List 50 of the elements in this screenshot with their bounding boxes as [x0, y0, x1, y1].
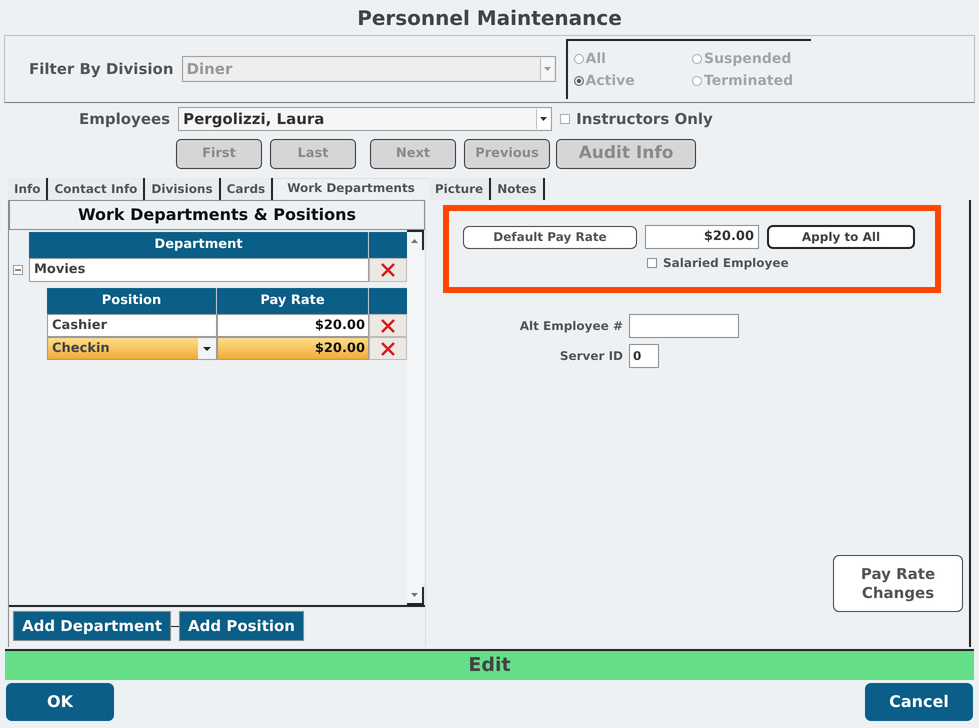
- table-cell: $20.00: [217, 314, 369, 337]
- column-header: Department: [29, 232, 369, 258]
- instructors-only-checkbox[interactable]: Instructors Only: [560, 108, 713, 130]
- text-field[interactable]: [629, 314, 739, 338]
- field-label: Employees: [79, 108, 170, 130]
- pay-rate-field[interactable]: $20.00: [645, 225, 759, 249]
- add-button[interactable]: Add Department: [13, 611, 172, 641]
- column-header: Position: [47, 288, 217, 314]
- field-label: Server ID: [558, 348, 623, 365]
- delete-button[interactable]: [369, 337, 407, 360]
- footer-button[interactable]: Cancel: [865, 683, 973, 721]
- mode-bar: Edit: [5, 649, 974, 680]
- table-row[interactable]: Checkin $20.00: [47, 337, 407, 360]
- default-pay-rate-button[interactable]: Default Pay Rate: [463, 226, 637, 248]
- pay-rate-changes-button[interactable]: Pay Rate Changes: [833, 555, 963, 612]
- footer-button[interactable]: OK: [6, 683, 114, 721]
- delete-button[interactable]: [369, 314, 407, 337]
- add-button[interactable]: Add Position: [179, 611, 304, 641]
- radio-icon[interactable]: [692, 54, 702, 64]
- scroll-down-arrow-icon[interactable]: [411, 593, 418, 597]
- field-label: Filter By Division: [29, 58, 174, 80]
- table-row[interactable]: Cashier $20.00: [47, 314, 407, 337]
- scrollbar[interactable]: [407, 230, 424, 605]
- table-cell: Movies: [29, 258, 369, 282]
- radio-icon[interactable]: [692, 76, 702, 86]
- tab[interactable]: Info: [8, 178, 48, 200]
- column-header: Pay Rate: [217, 288, 369, 314]
- text-field[interactable]: 0: [629, 344, 659, 368]
- table-cell: $20.00: [217, 337, 369, 360]
- tab[interactable]: Notes: [491, 178, 544, 200]
- apply-to-all-button[interactable]: Apply to All: [767, 225, 915, 249]
- field-label: Alt Employee #: [518, 318, 623, 335]
- window-title: Personnel Maintenance: [356, 4, 623, 32]
- x-icon: [380, 340, 396, 356]
- tab[interactable]: Contact Info: [48, 178, 146, 200]
- radio-icon[interactable]: [574, 54, 584, 64]
- radio-icon[interactable]: [574, 76, 584, 86]
- tab[interactable]: Cards: [220, 178, 274, 200]
- tab[interactable]: Picture: [428, 178, 492, 200]
- tab[interactable]: Divisions: [145, 178, 221, 200]
- table-cell-text: Checkin: [52, 340, 110, 358]
- employee-dropdown[interactable]: Pergolizzi, Laura: [178, 107, 552, 131]
- x-icon: [380, 318, 396, 334]
- salaried-checkbox[interactable]: Salaried Employee: [647, 254, 789, 272]
- x-icon: [380, 262, 396, 278]
- panel-title: Work Departments & Positions: [9, 200, 425, 230]
- delete-button[interactable]: [369, 258, 407, 282]
- scroll-up-arrow-icon[interactable]: [411, 239, 418, 243]
- collapse-toggle-icon[interactable]: [13, 265, 23, 275]
- table-cell-text: Cashier: [52, 316, 107, 335]
